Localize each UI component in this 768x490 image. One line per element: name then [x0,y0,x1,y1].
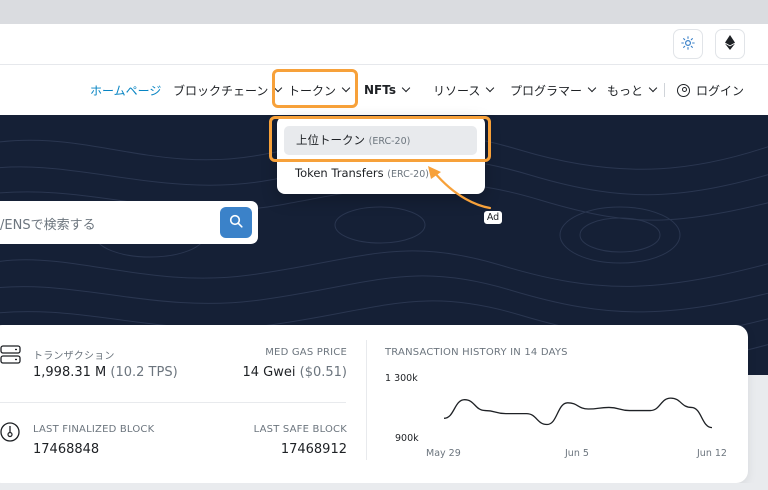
chart-point-5[interactable] [541,419,553,431]
chart-point-9[interactable] [624,405,636,417]
main-nav: ホームページ ブロックチェーン トークン NFTs リソース プログラマー もっ… [0,65,768,115]
network-button[interactable] [715,29,745,59]
gas-price-label: MED GAS PRICE [265,347,347,358]
nav-developers[interactable]: プログラマー [510,65,597,115]
sun-icon [681,35,695,54]
top-tokens-highlight-box [269,116,491,162]
search-button[interactable] [220,207,252,238]
theme-toggle-button[interactable] [673,29,703,59]
dropdown-item-token-transfers[interactable]: Token Transfers (ERC-20) [295,166,429,180]
nav-resources-label: リソース [433,83,481,98]
nav-blockchain-label: ブロックチェーン [173,83,269,98]
chart-title: TRANSACTION HISTORY IN 14 DAYS [385,347,568,358]
gas-gwei: 14 Gwei [242,365,296,380]
nav-login-label: ログイン [696,83,745,98]
tokens-highlight-box [272,69,358,108]
transactions-label: トランザクション [33,351,115,362]
chevron-down-icon [648,83,658,93]
chart-point-6[interactable] [562,397,574,409]
ad-badge: Ad [483,210,503,225]
chart-point-12[interactable] [685,401,697,413]
transactions-count: 1,998.31 M [33,365,107,380]
finalized-block-label: LAST FINALIZED BLOCK [33,424,155,435]
chart-point-8[interactable] [603,401,615,413]
nav-login[interactable]: ログイン [677,65,744,115]
chart-point-3[interactable] [500,408,512,420]
chart-point-4[interactable] [520,408,532,420]
nav-more-label: もっと [607,83,644,98]
nav-more[interactable]: もっと [607,65,658,115]
chart-y-tick-top: 1 300k [385,373,418,384]
token-transfers-text: Token Transfers [295,166,384,180]
gas-usd: ($0.51) [299,365,347,380]
chart-point-0[interactable] [440,412,450,424]
page: ホームページ ブロックチェーン トークン NFTs リソース プログラマー もっ… [0,0,768,490]
search-input[interactable]: /ENSで検索する [0,214,96,233]
chart-x-tick-jun5: Jun 5 [565,448,589,459]
chart-x-tick-jun12: Jun 12 [697,448,727,459]
chart-point-13[interactable] [706,422,718,434]
safe-block-label: LAST SAFE BLOCK [253,424,347,435]
user-circle-icon [677,83,690,97]
server-icon [0,345,22,369]
gas-price-value[interactable]: 14 Gwei ($0.51) [242,365,347,380]
chart-point-11[interactable] [665,392,677,404]
nav-home[interactable]: ホームページ [90,65,161,115]
nav-divider [664,83,665,97]
chart-x-tick-may29: May 29 [426,448,461,459]
stats-divider [0,402,346,403]
ethereum-icon [725,34,735,54]
bottom-strip [0,483,768,490]
safe-block-value[interactable]: 17468912 [281,442,347,457]
chart-point-2[interactable] [479,405,491,417]
nav-resources[interactable]: リソース [433,65,495,115]
transaction-history-chart[interactable] [440,378,720,440]
chart-point-7[interactable] [582,403,594,415]
nav-blockchain[interactable]: ブロックチェーン [173,65,283,115]
nav-home-label: ホームページ [90,83,162,98]
chevron-down-icon [486,83,495,93]
browser-strip [0,0,768,24]
finalized-block-value[interactable]: 17468848 [33,442,99,457]
annotation-arrow-icon [428,166,492,210]
chart-point-1[interactable] [459,394,471,406]
top-bar [0,24,768,65]
chevron-down-icon [587,83,597,93]
stats-vertical-divider [366,340,367,460]
gauge-icon [0,421,22,447]
nav-nfts[interactable]: NFTs [364,65,411,115]
chevron-down-icon [401,83,411,93]
nav-nfts-label: NFTs [364,83,396,97]
transactions-value[interactable]: 1,998.31 M (10.2 TPS) [33,365,178,380]
chart-point-10[interactable] [644,405,656,417]
search-icon [229,213,243,232]
nav-developers-label: プログラマー [510,83,583,98]
chart-y-tick-bottom: 900k [395,433,419,444]
transactions-tps: (10.2 TPS) [110,365,178,380]
